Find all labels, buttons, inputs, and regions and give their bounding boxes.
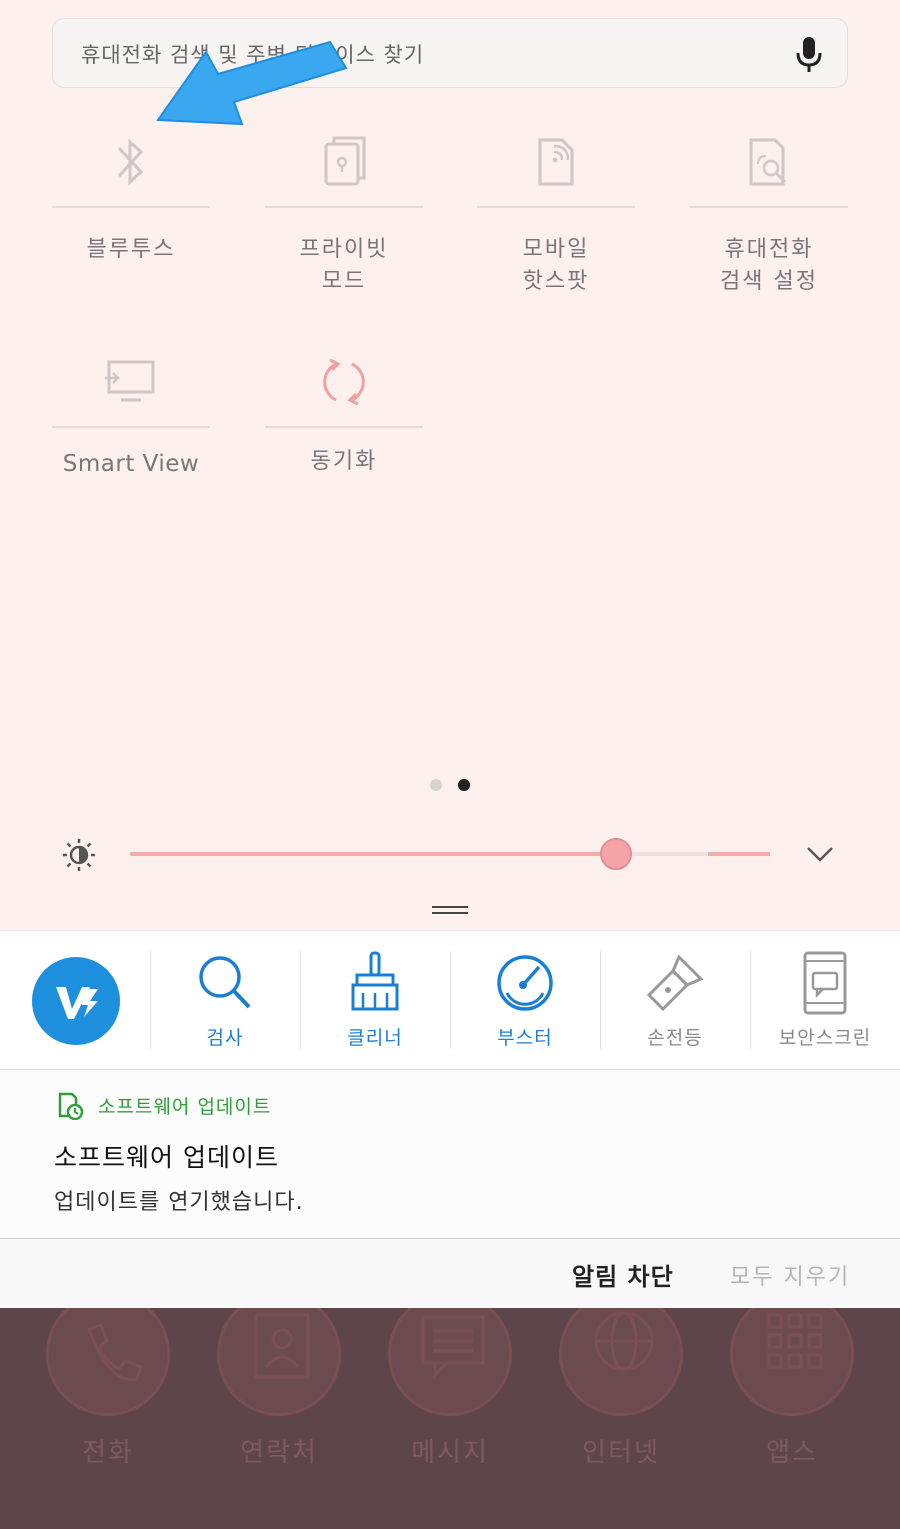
pointer-arrow-annotation: [156, 40, 348, 126]
microphone-icon[interactable]: [795, 35, 823, 73]
home-screen-dock: 전화 연락처 메시지 인터넷 앱스: [0, 1308, 900, 1529]
clear-all-button[interactable]: 모두 지우기: [730, 1259, 850, 1291]
v3-logo-icon: [56, 987, 98, 1019]
phone-search-icon: [690, 118, 848, 206]
brightness-slider-fill: [130, 852, 616, 856]
notification-app-name: 소프트웨어 업데이트: [98, 1096, 272, 1118]
sync-icon: [265, 338, 423, 426]
brightness-icon[interactable]: [62, 838, 96, 872]
notification-card[interactable]: 소프트웨어 업데이트 소프트웨어 업데이트 업데이트를 연기했습니다.: [0, 1070, 900, 1238]
smart-view-icon: [52, 338, 210, 426]
quick-settings-panel: 휴대전화 검색 및 주변 디바이스 찾기 블루투스 프라이빗 모드 모바일 핫스…: [0, 0, 900, 930]
tile-label: 모바일 핫스팟: [522, 237, 590, 294]
shortcut-scan[interactable]: 검사: [150, 931, 300, 1071]
shortcut-label: 보안스크린: [778, 1027, 872, 1049]
app-label: 메시지: [411, 1438, 489, 1468]
app-label: 앱스: [766, 1438, 818, 1468]
app-label: 연락처: [240, 1438, 318, 1468]
brightness-slider[interactable]: [130, 838, 770, 870]
shortcut-cleaner[interactable]: 클리너: [300, 931, 450, 1071]
shortcut-booster[interactable]: 부스터: [450, 931, 600, 1071]
notification-body: 업데이트를 연기했습니다.: [54, 1190, 304, 1215]
broom-icon: [351, 951, 399, 1011]
message-icon: [388, 1308, 512, 1416]
notification-actions: 알림 차단 모두 지우기: [0, 1238, 900, 1308]
brightness-slider-thumb[interactable]: [600, 838, 632, 870]
brightness-slider-tail: [708, 852, 770, 856]
bluetooth-icon: [52, 118, 210, 206]
software-update-icon: [58, 1092, 84, 1120]
globe-icon: [559, 1308, 683, 1416]
tile-label: 프라이빗 모드: [299, 237, 389, 294]
hotspot-icon: [477, 118, 635, 206]
app-label: 인터넷: [582, 1438, 660, 1468]
notification-title: 소프트웨어 업데이트: [54, 1143, 279, 1172]
shortcut-label: 손전등: [647, 1027, 703, 1049]
tile-label: 블루투스: [86, 237, 176, 262]
chevron-down-icon[interactable]: [804, 840, 836, 868]
page-indicator-2: [458, 779, 470, 791]
booster-icon: [497, 955, 553, 1011]
contacts-icon: [217, 1308, 341, 1416]
apps-grid-icon: [730, 1308, 854, 1416]
v3-logo-button[interactable]: [32, 957, 120, 1045]
search-icon: [199, 956, 251, 1009]
tile-label: 동기화: [310, 449, 378, 474]
app-label: 전화: [82, 1438, 134, 1468]
shortcut-secure-screen[interactable]: 보안스크린: [750, 931, 900, 1071]
shortcut-label: 클리너: [347, 1027, 403, 1049]
shortcut-label: 부스터: [497, 1027, 553, 1049]
flashlight-icon: [646, 954, 704, 1012]
shortcut-label: 검사: [206, 1027, 244, 1049]
private-mode-icon: [265, 118, 423, 206]
block-notifications-button[interactable]: 알림 차단: [572, 1257, 674, 1292]
v3-shortcut-bar: 검사 클리너 부스터 손전등 보안스크린: [0, 930, 900, 1070]
tile-label: Smart View: [62, 451, 200, 477]
tile-label: 휴대전화 검색 설정: [720, 237, 818, 294]
drag-handle-icon[interactable]: [432, 904, 468, 916]
secure-screen-icon: [803, 951, 847, 1015]
phone-icon: [46, 1308, 170, 1416]
shortcut-flashlight[interactable]: 손전등: [600, 931, 750, 1071]
page-indicator-1: [430, 779, 442, 791]
